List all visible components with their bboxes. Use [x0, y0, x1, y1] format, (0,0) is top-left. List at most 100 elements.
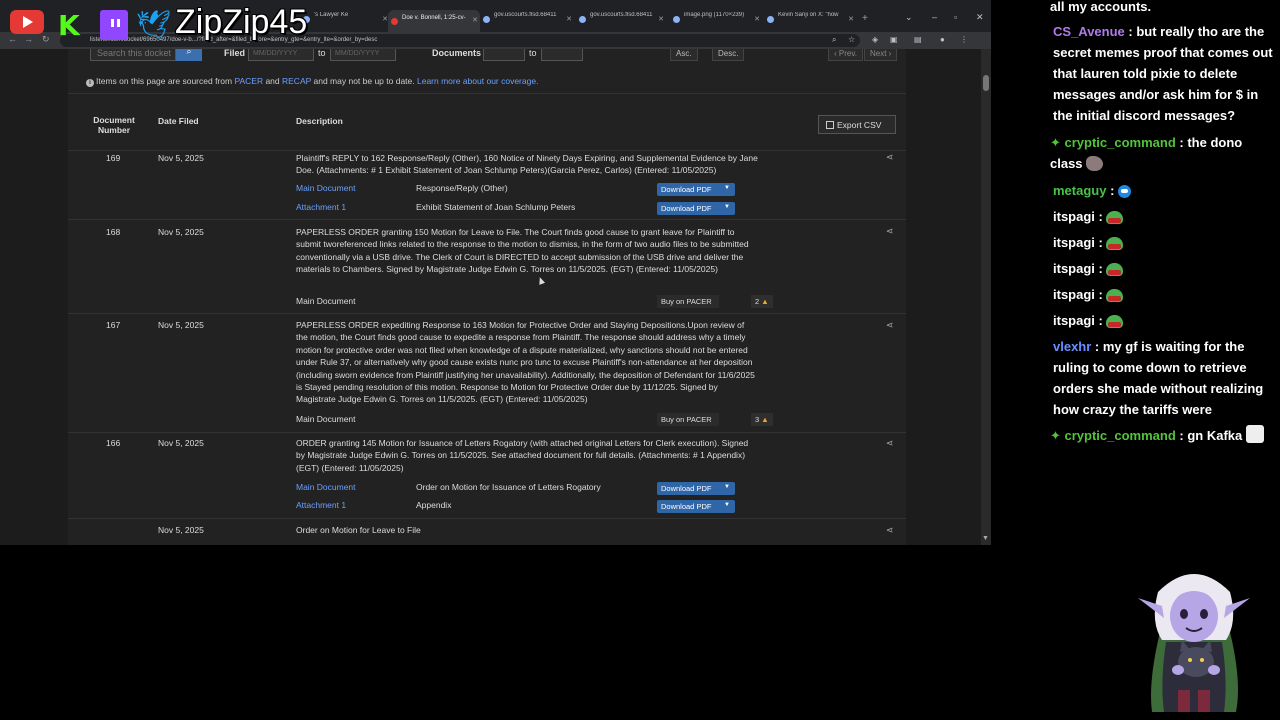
next-page-button[interactable]: Next ›: [864, 49, 898, 61]
tab-close-icon[interactable]: ✕: [658, 15, 664, 23]
filed-after-input[interactable]: MM/DD/YYYY: [248, 49, 314, 61]
kick-icon: K: [58, 9, 80, 42]
tab-favicon-icon: [483, 16, 490, 23]
tab-label: image.png (1170×239): [684, 12, 745, 18]
chat-message: itspagi :: [1053, 310, 1280, 331]
recap-badge: 3 ▲: [751, 413, 773, 426]
bookmark-star-icon[interactable]: ☆: [848, 35, 855, 44]
extension-icon[interactable]: ◈: [872, 35, 878, 44]
chat-username[interactable]: itspagi: [1053, 261, 1095, 276]
tab-4[interactable]: gov.uscourts.flsd.68411 ✕: [576, 12, 666, 28]
tab-close-icon[interactable]: ✕: [754, 15, 760, 23]
download-pdf-button[interactable]: Download PDF ▼: [657, 500, 735, 513]
date-filed: Nov 5, 2025: [158, 438, 204, 448]
chat-username[interactable]: cryptic_command: [1065, 135, 1176, 150]
tab-close-icon[interactable]: ✕: [472, 16, 478, 24]
documents-from-input[interactable]: [483, 49, 525, 61]
header-document-number: Document Number: [93, 115, 135, 135]
puzzle-icon[interactable]: ▣: [890, 35, 898, 44]
row-divider: [68, 313, 906, 314]
tab-2[interactable]: Doe v. Bonnell, 1:25-cv- ✕: [388, 10, 480, 32]
to-label: to: [318, 49, 326, 58]
close-window-icon[interactable]: ✕: [976, 12, 984, 23]
share-icon[interactable]: ⋖: [886, 438, 894, 449]
pacer-link[interactable]: PACER: [234, 76, 263, 86]
frog-emote-icon: [1106, 315, 1124, 328]
download-pdf-button[interactable]: Download PDF ▼: [657, 202, 735, 215]
chat-message: itspagi :: [1053, 232, 1280, 253]
download-pdf-button[interactable]: Download PDF ▼: [657, 183, 735, 196]
chat-username[interactable]: itspagi: [1053, 287, 1095, 302]
docket-search-input[interactable]: Search this docket: [90, 49, 176, 61]
search-button[interactable]: ⌕: [176, 49, 202, 61]
recap-badge: 2 ▲: [751, 295, 773, 308]
chat-message: CS_Avenue : but really tho are the secre…: [1053, 24, 1273, 123]
row-divider: [68, 150, 906, 151]
buy-on-pacer-button[interactable]: Buy on PACER: [657, 295, 719, 308]
new-tab-icon[interactable]: +: [862, 13, 868, 24]
buy-on-pacer-button[interactable]: Buy on PACER: [657, 413, 719, 426]
tab-close-icon[interactable]: ✕: [848, 15, 854, 23]
share-icon[interactable]: ⋖: [886, 226, 894, 237]
coverage-link[interactable]: Learn more about our coverage.: [417, 76, 538, 86]
recap-link[interactable]: RECAP: [282, 76, 311, 86]
scrollbar-thumb[interactable]: [983, 75, 989, 91]
zoom-icon[interactable]: ⌕: [832, 35, 836, 45]
chat-username[interactable]: vlexhr: [1053, 339, 1091, 354]
profile-icon[interactable]: ●: [940, 35, 945, 44]
frog-emote-icon: [1106, 211, 1124, 224]
tab-6[interactable]: Kevin Sanji on X: "how ✕: [764, 12, 856, 28]
chat-username[interactable]: itspagi: [1053, 209, 1095, 224]
chat-username[interactable]: cryptic_command: [1065, 428, 1176, 443]
export-csv-button[interactable]: Export CSV: [818, 115, 896, 134]
tab-5[interactable]: image.png (1170×239) ✕: [670, 12, 762, 28]
tab-search-icon[interactable]: ⌄: [905, 12, 913, 23]
chat-message: ✦ cryptic_command : gn Kafka: [1050, 425, 1278, 446]
tab-label: Doe v. Bonnell, 1:25-cv-: [402, 15, 466, 21]
share-icon[interactable]: ⋖: [886, 152, 894, 163]
chat-message: ✦ cryptic_command : the dono class: [1050, 135, 1243, 171]
doc-number: 167: [106, 320, 121, 330]
sort-asc-button[interactable]: Asc.: [670, 49, 698, 61]
chat-username[interactable]: itspagi: [1053, 313, 1095, 328]
entry-description: PAPERLESS ORDER expediting Response to 1…: [296, 320, 755, 405]
tab-label: Kevin Sanji on X: "how: [778, 12, 839, 18]
gray-emote-icon: [1086, 156, 1104, 171]
documents-label: Documents: [432, 49, 482, 58]
documents-to-input[interactable]: [541, 49, 583, 61]
chat-username[interactable]: CS_Avenue: [1053, 24, 1125, 39]
browser-window: 's Lawyer Ke ✕ Doe v. Bonnell, 1:25-cv- …: [0, 0, 991, 545]
search-icon: ⌕: [186, 49, 192, 56]
menu-icon[interactable]: ⋮: [960, 35, 968, 44]
chat-username[interactable]: metaguy: [1053, 183, 1106, 198]
info-icon: i: [86, 79, 94, 87]
chat-message: itspagi :: [1053, 206, 1280, 227]
share-icon[interactable]: ⋖: [886, 525, 894, 536]
sort-desc-button[interactable]: Desc.: [712, 49, 745, 61]
prev-page-button[interactable]: ‹ Prev.: [828, 49, 863, 61]
header-description: Description: [296, 116, 343, 126]
tab-close-icon[interactable]: ✕: [566, 15, 572, 23]
chat-username[interactable]: itspagi: [1053, 235, 1095, 250]
divider: [68, 93, 906, 94]
filed-before-input[interactable]: MM/DD/YYYY: [330, 49, 396, 61]
scroll-down-icon[interactable]: ▼: [982, 535, 989, 542]
sidepanel-icon[interactable]: ▤: [914, 35, 922, 44]
caret-down-icon: ▼: [724, 185, 730, 191]
page-scrollbar[interactable]: ▼: [981, 49, 991, 545]
download-pdf-button[interactable]: Download PDF ▼: [657, 482, 735, 495]
tab-3[interactable]: gov.uscourts.flsd.68411 ✕: [480, 12, 574, 28]
share-icon[interactable]: ⋖: [886, 320, 894, 331]
main-document-link[interactable]: Main Document: [296, 482, 356, 492]
chat-message: itspagi :: [1053, 258, 1280, 279]
download-icon: [826, 121, 834, 129]
social-overlay: K 🕊 ZipZip45: [0, 0, 340, 48]
caret-down-icon: ▼: [724, 204, 730, 210]
main-document-link[interactable]: Main Document: [296, 183, 356, 193]
attachment-link[interactable]: Attachment 1: [296, 202, 346, 212]
maximize-icon[interactable]: ▫: [954, 12, 957, 22]
ghost-emote-icon: [1245, 425, 1264, 443]
attachment-link[interactable]: Attachment 1: [296, 500, 346, 510]
minimize-icon[interactable]: –: [932, 12, 937, 22]
sub-description: Order on Motion for Issuance of Letters …: [416, 482, 601, 492]
